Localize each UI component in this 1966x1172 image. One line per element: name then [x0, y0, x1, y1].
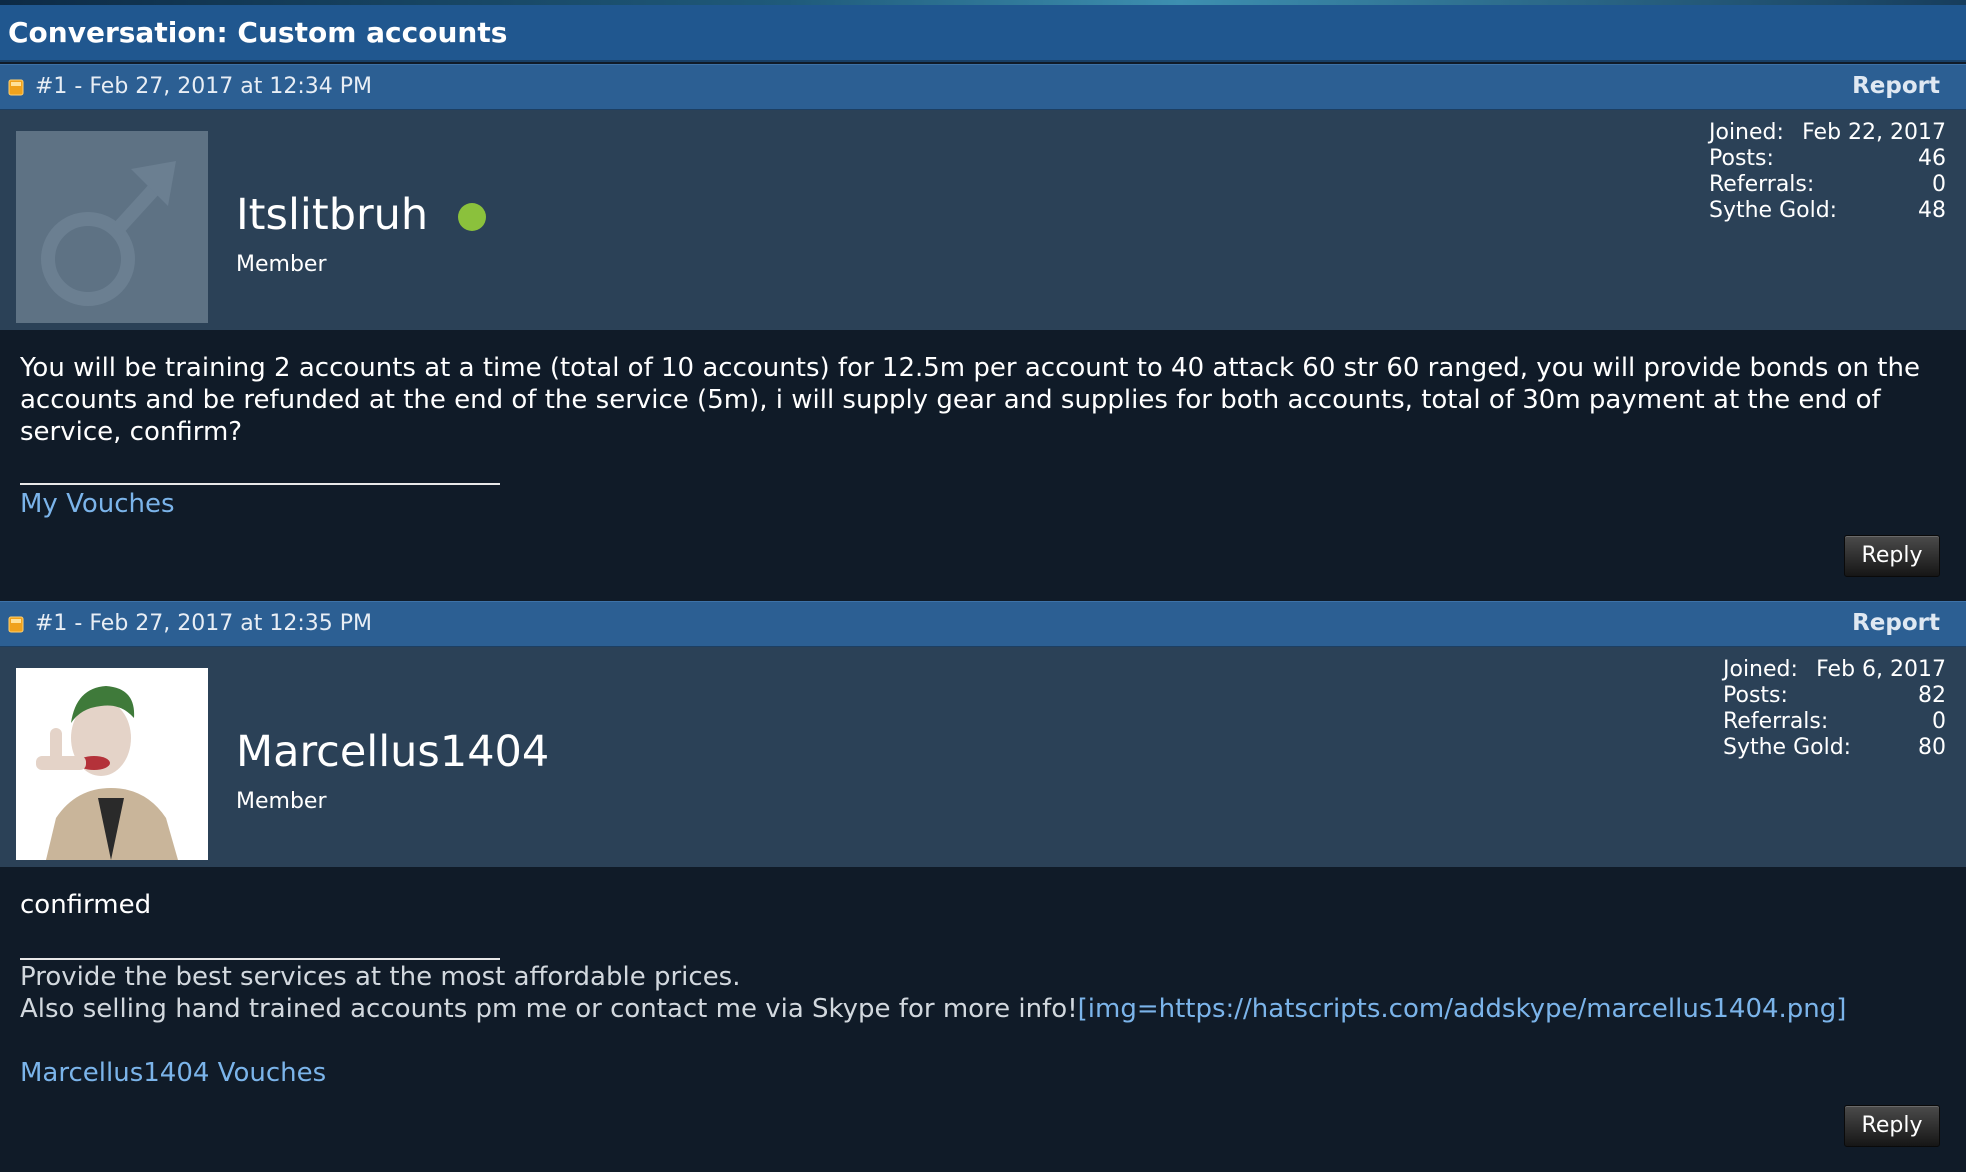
stat-joined: Joined: Feb 6, 2017 — [1723, 657, 1946, 683]
stat-value: 48 — [1918, 198, 1946, 223]
post-header-bar: #1 - Feb 27, 2017 at 12:35 PM Report — [0, 601, 1966, 647]
username[interactable]: Marcellus1404 — [236, 727, 549, 777]
signature-line-1: Provide the best services at the most af… — [20, 962, 741, 992]
stat-referrals: Referrals: 0 — [1709, 172, 1946, 198]
signature-line-2: Also selling hand trained accounts pm me… — [20, 993, 1846, 1025]
signature-line-3: Marcellus1404 Vouches — [20, 1057, 326, 1089]
report-link[interactable]: Report — [1852, 73, 1940, 99]
stat-value: Feb 6, 2017 — [1816, 657, 1946, 682]
post-meta: #1 - Feb 27, 2017 at 12:35 PM — [35, 611, 373, 636]
stat-label: Sythe Gold: — [1723, 735, 1852, 760]
stat-sythe-gold: Sythe Gold: 80 — [1723, 735, 1946, 761]
post-body: confirmed Provide the best services at t… — [0, 867, 1966, 1172]
reply-button[interactable]: Reply — [1844, 535, 1940, 577]
user-stats: Joined: Feb 6, 2017 Posts: 82 Referrals:… — [1723, 657, 1946, 761]
avatar[interactable] — [16, 668, 208, 860]
post-icon — [8, 616, 24, 633]
report-link[interactable]: Report — [1852, 610, 1940, 636]
post-message: You will be training 2 accounts at a tim… — [20, 353, 1920, 447]
user-title: Member — [236, 252, 327, 277]
stat-sythe-gold: Sythe Gold: 48 — [1709, 198, 1946, 224]
signature-divider — [20, 958, 500, 960]
online-status-icon — [458, 203, 487, 231]
stat-referrals: Referrals: 0 — [1723, 709, 1946, 735]
username[interactable]: Itslitbruh — [236, 190, 487, 240]
user-title: Member — [236, 789, 327, 814]
username-text: Marcellus1404 — [236, 727, 550, 777]
stat-value: 0 — [1932, 709, 1946, 734]
stat-label: Posts: — [1723, 683, 1788, 708]
reply-button[interactable]: Reply — [1844, 1105, 1940, 1147]
user-info-panel: Itslitbruh Member Joined: Feb 22, 2017 P… — [0, 110, 1966, 330]
stat-joined: Joined: Feb 22, 2017 — [1709, 120, 1946, 146]
stat-value: 80 — [1918, 735, 1946, 760]
vouches-link[interactable]: Marcellus1404 Vouches — [20, 1058, 326, 1088]
user-stats: Joined: Feb 22, 2017 Posts: 46 Referrals… — [1709, 120, 1946, 224]
stat-posts: Posts: 82 — [1723, 683, 1946, 709]
signature-text: Also selling hand trained accounts pm me… — [20, 994, 1078, 1024]
conversation-title: Conversation: Custom accounts — [8, 16, 508, 49]
my-vouches-link[interactable]: My Vouches — [20, 489, 175, 519]
conversation-header: Conversation: Custom accounts — [0, 5, 1966, 62]
skype-image-link[interactable]: [img=https://hatscripts.com/addskype/mar… — [1078, 994, 1847, 1024]
post-message: confirmed — [20, 890, 152, 920]
stat-label: Joined: — [1723, 657, 1798, 682]
post-header-bar: #1 - Feb 27, 2017 at 12:34 PM Report — [0, 64, 1966, 110]
stat-label: Posts: — [1709, 146, 1774, 171]
stat-label: Sythe Gold: — [1709, 198, 1838, 223]
post-icon — [8, 79, 24, 96]
default-male-avatar-icon — [16, 131, 208, 323]
stat-posts: Posts: 46 — [1709, 146, 1946, 172]
username-text: Itslitbruh — [236, 190, 429, 240]
stat-value: 46 — [1918, 146, 1946, 171]
stat-value: 0 — [1932, 172, 1946, 197]
stat-label: Referrals: — [1709, 172, 1815, 197]
stat-label: Joined: — [1709, 120, 1784, 145]
post-meta: #1 - Feb 27, 2017 at 12:34 PM — [35, 74, 373, 99]
post-body: You will be training 2 accounts at a tim… — [0, 330, 1966, 600]
signature: My Vouches — [20, 488, 175, 520]
user-info-panel: Marcellus1404 Member Joined: Feb 6, 2017… — [0, 647, 1966, 867]
stat-value: 82 — [1918, 683, 1946, 708]
stat-value: Feb 22, 2017 — [1802, 120, 1946, 145]
joker-avatar-icon — [16, 668, 208, 860]
avatar[interactable] — [16, 131, 208, 323]
stat-label: Referrals: — [1723, 709, 1829, 734]
signature-divider — [20, 483, 500, 485]
